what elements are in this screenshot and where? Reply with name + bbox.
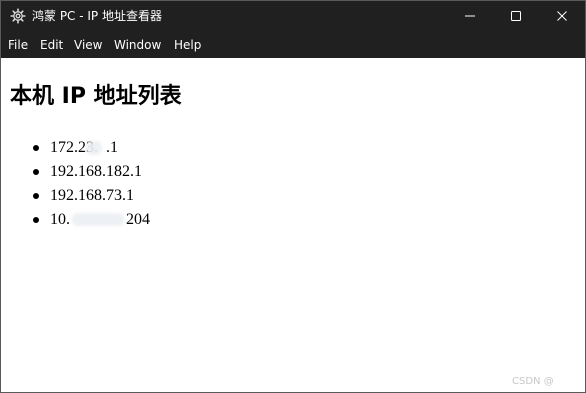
menu-view[interactable]: View (74, 38, 102, 52)
menu-file[interactable]: File (8, 38, 28, 52)
bullet-icon (33, 193, 39, 199)
bullet-icon (33, 145, 39, 151)
window-title: 鸿蒙 PC - IP 地址查看器 (32, 9, 162, 23)
bullet-icon (33, 217, 39, 223)
app-window: 鸿蒙 PC - IP 地址查看器 File Edit View Window H… (0, 0, 586, 393)
close-button[interactable] (539, 1, 585, 31)
ip-address-suffix: .1 (106, 139, 118, 156)
ip-address-text: 192.168.182.1 (50, 163, 142, 180)
ip-address-text: 192.168.73.1 (50, 187, 134, 204)
redaction-mask (86, 141, 102, 155)
close-icon (557, 11, 567, 21)
ip-address-suffix: 204 (126, 211, 150, 228)
menu-edit[interactable]: Edit (40, 38, 63, 52)
content-area: 本机 IP 地址列表 172.23. .1 192.168.182.1 192.1… (1, 58, 585, 392)
ip-address-text: 10. (50, 211, 70, 228)
ip-address-list: 172.23. .1 192.168.182.1 192.168.73.1 10.… (33, 136, 150, 232)
redaction-mask (72, 213, 124, 226)
minimize-button[interactable] (447, 1, 493, 31)
maximize-icon (511, 11, 521, 21)
bullet-icon (33, 169, 39, 175)
menu-help[interactable]: Help (174, 38, 201, 52)
settings-gear-icon (10, 8, 26, 24)
list-item: 192.168.73.1 (33, 184, 150, 208)
page-title: 本机 IP 地址列表 (10, 84, 182, 109)
list-item: 172.23. .1 (33, 136, 150, 160)
menu-window[interactable]: Window (114, 38, 161, 52)
title-bar[interactable]: 鸿蒙 PC - IP 地址查看器 (1, 1, 585, 31)
menu-bar: File Edit View Window Help (1, 31, 585, 58)
minimize-icon (465, 15, 475, 17)
list-item: 10. 204 (33, 208, 150, 232)
watermark: CSDN @ (512, 376, 554, 387)
maximize-button[interactable] (493, 1, 539, 31)
list-item: 192.168.182.1 (33, 160, 150, 184)
